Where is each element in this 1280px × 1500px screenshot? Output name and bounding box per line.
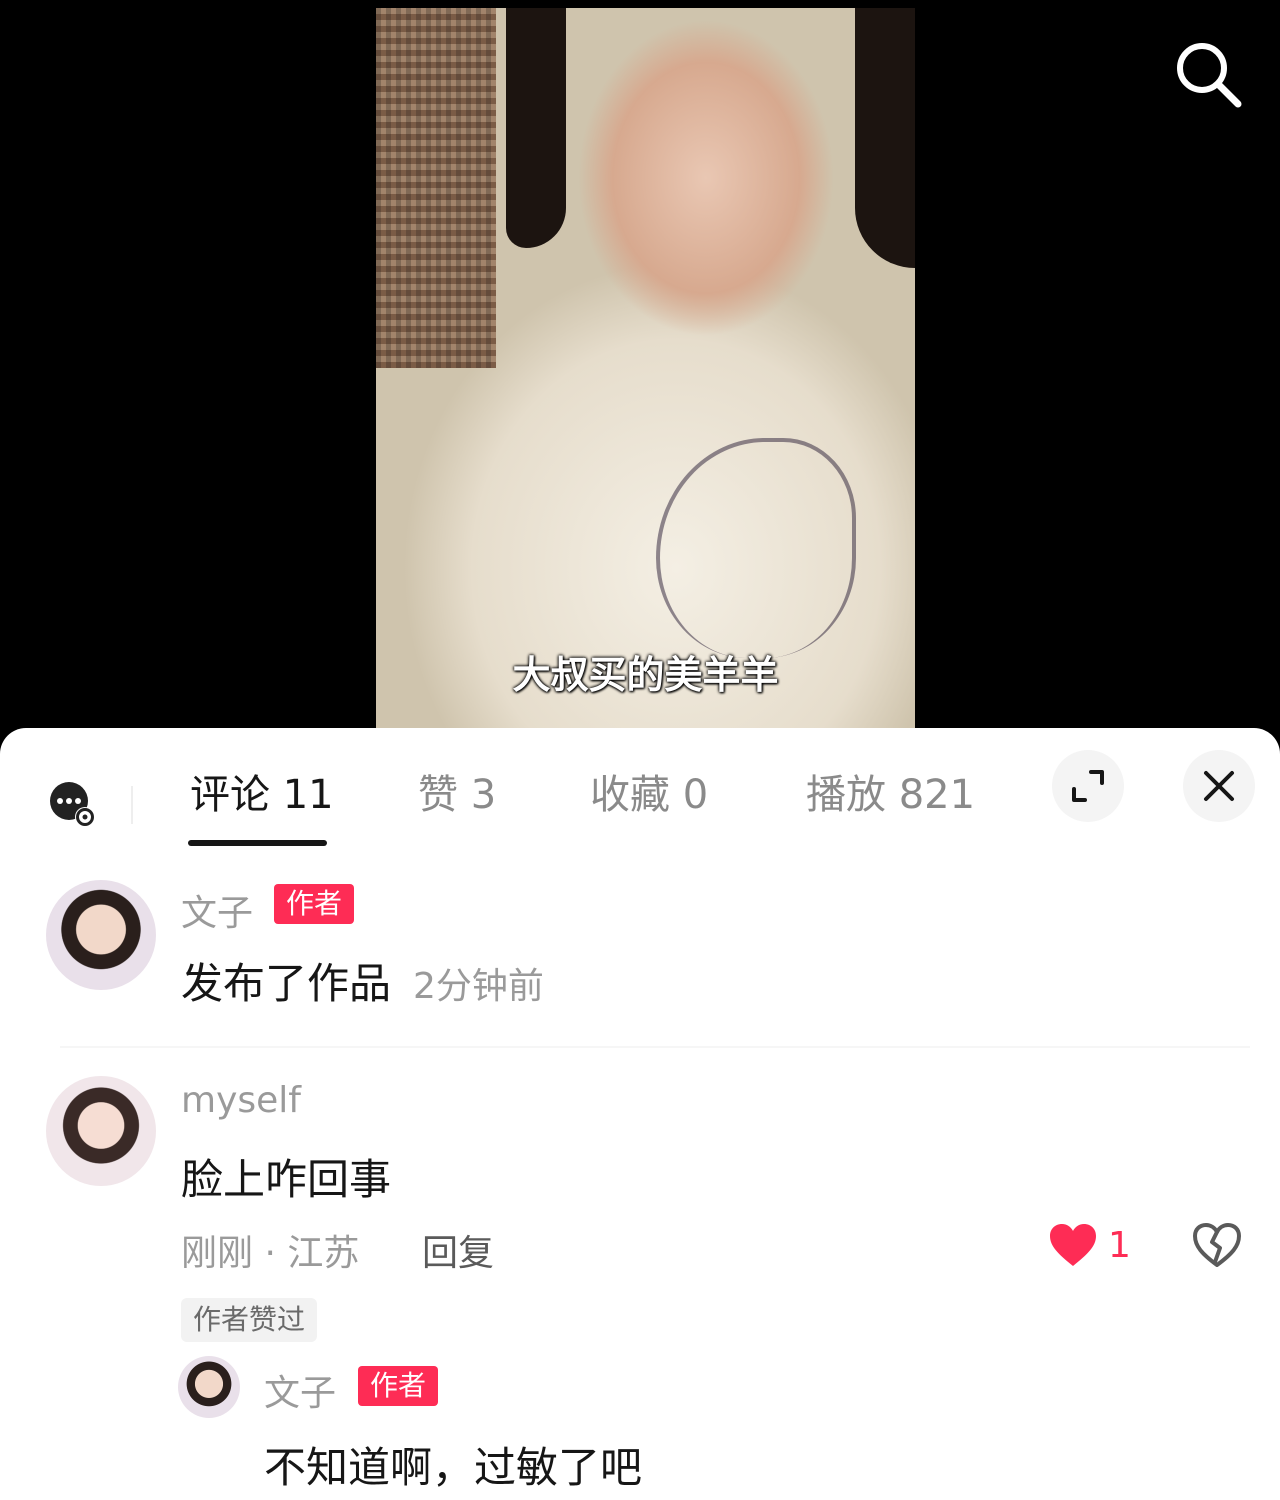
close-icon: [1204, 771, 1234, 801]
comment-text-content: 发布了作品: [181, 959, 392, 1008]
like-button[interactable]: 1: [1048, 1222, 1131, 1268]
author-badge: 作者: [358, 1366, 439, 1406]
comment-username[interactable]: myself: [181, 1080, 301, 1121]
app-screen: 大叔买的美羊羊 评论 11 赞 3 收藏 0 播放 821 文子 作者 发布了作…: [0, 0, 1280, 1500]
expand-icon: [1072, 770, 1104, 802]
dislike-button[interactable]: [1192, 1222, 1242, 1272]
heart-icon: [1050, 1224, 1096, 1266]
video-figure-detail: [855, 8, 915, 268]
video-subtitle: 大叔买的美羊羊: [512, 653, 779, 697]
comment-item: 文子 作者 发布了作品 2分钟前: [0, 878, 1280, 1028]
tab-plays[interactable]: 播放 821: [806, 762, 975, 820]
comment-separator: [60, 1046, 1250, 1048]
avatar[interactable]: [46, 880, 156, 990]
expand-button[interactable]: [1052, 750, 1124, 822]
avatar[interactable]: [178, 1356, 240, 1418]
tab-likes[interactable]: 赞 3: [418, 762, 496, 820]
close-button[interactable]: [1183, 750, 1255, 822]
author-badge: 作者: [274, 884, 355, 924]
broken-heart-icon: [1193, 1223, 1241, 1267]
chat-settings-button[interactable]: [48, 780, 98, 830]
comment-username[interactable]: 文子: [181, 884, 253, 936]
video-shirt-print: [656, 438, 856, 658]
video-player[interactable]: 大叔买的美羊羊: [376, 8, 915, 728]
author-liked-badge: 作者赞过: [181, 1298, 318, 1342]
comment-text: 脸上咋回事: [181, 1155, 392, 1204]
search-icon: [1177, 43, 1242, 108]
reply-username[interactable]: 文子: [264, 1364, 336, 1416]
comment-meta: 刚刚 · 江苏: [181, 1233, 360, 1274]
comment-sheet: 评论 11 赞 3 收藏 0 播放 821 文子 作者 发布了作品 2分钟前 m…: [0, 728, 1280, 1500]
video-background-pattern: [376, 8, 496, 368]
tab-divider: [131, 786, 133, 824]
comment-text: 发布了作品 2分钟前: [181, 950, 544, 1011]
avatar[interactable]: [46, 1076, 156, 1186]
reply-button[interactable]: 回复: [422, 1224, 494, 1276]
search-button[interactable]: [1170, 36, 1246, 112]
tab-favorites[interactable]: 收藏 0: [590, 762, 708, 820]
like-count: 1: [1108, 1224, 1131, 1266]
video-figure-detail: [506, 8, 566, 248]
chat-settings-icon: [50, 782, 95, 827]
comment-time: 2分钟前: [413, 966, 544, 1007]
active-tab-indicator: [188, 840, 327, 846]
stats-tab-bar: 评论 11 赞 3 收藏 0 播放 821: [0, 728, 1280, 846]
reply-text: 不知道啊，过敏了吧: [264, 1443, 643, 1492]
reply-item: 文子 作者 不知道啊，过敏了吧: [0, 1356, 1280, 1496]
tab-comments[interactable]: 评论 11: [190, 762, 334, 820]
comment-item: myself 脸上咋回事 刚刚 · 江苏 回复 1 作者赞过 文子 作者 不知道…: [0, 1076, 1280, 1500]
